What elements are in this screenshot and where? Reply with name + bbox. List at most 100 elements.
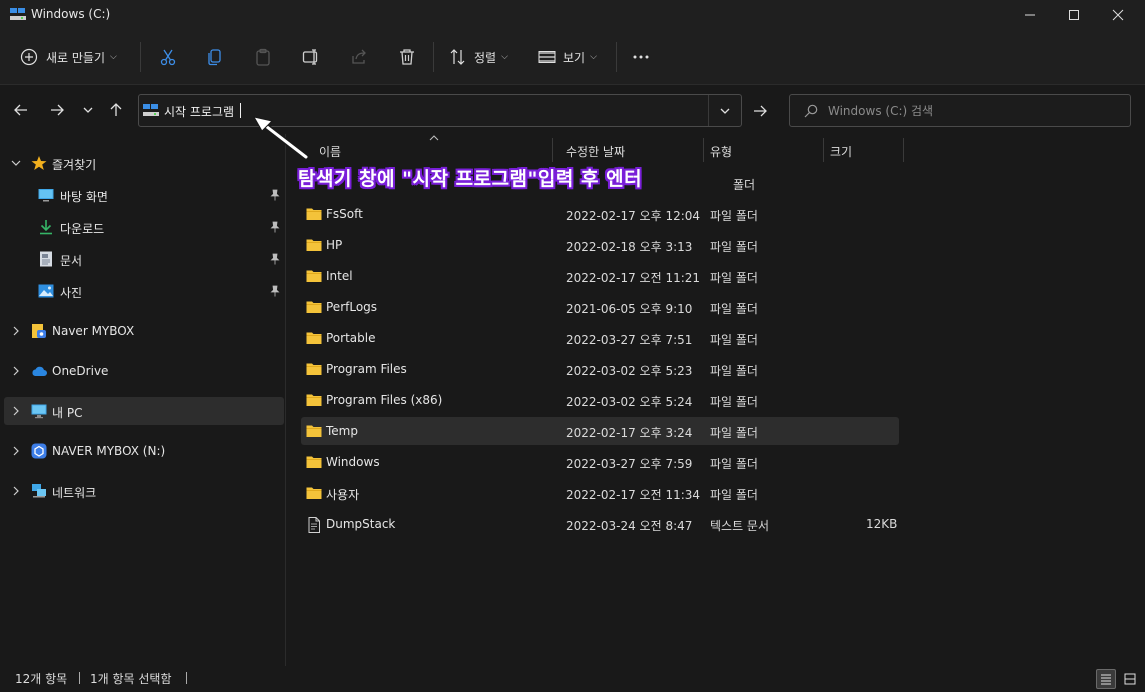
more-options-button[interactable] [632,44,650,70]
trash-icon [400,49,414,65]
file-name: Program Files [326,362,407,376]
column-header-name[interactable]: 이름 [304,134,551,166]
details-view-button[interactable] [1096,669,1116,689]
sidebar-item-network[interactable]: 네트워크 [4,477,284,505]
column-divider[interactable] [903,138,904,162]
pin-icon[interactable] [269,285,281,297]
table-row[interactable]: Program Files 2022-03-02 오후 5:23 파일 폴더 [301,355,899,383]
sidebar-item-quick-access[interactable]: 즐겨찾기 [4,149,284,177]
file-type: 파일 폴더 [710,302,758,316]
table-row[interactable]: Intel 2022-02-17 오전 11:21 파일 폴더 [301,262,899,290]
address-input-text: 시작 프로그램 [164,105,235,119]
folder-icon [306,456,322,468]
chevron-right-icon[interactable] [11,486,21,496]
pin-icon[interactable] [269,189,281,201]
minimize-button[interactable] [1007,0,1053,30]
delete-button[interactable] [398,44,416,70]
pin-icon[interactable] [269,221,281,233]
arrow-right-icon [51,104,64,116]
sidebar-item-onedrive[interactable]: OneDrive [4,357,284,385]
chevron-right-icon[interactable] [11,406,21,416]
computer-icon [31,404,47,419]
maximize-button[interactable] [1051,0,1097,30]
close-button[interactable] [1095,0,1141,30]
new-button[interactable]: 새로 만들기 ⌵ [20,44,117,70]
sidebar-item-documents[interactable]: 문서 [4,245,284,273]
network-icon [32,484,46,498]
navigation-pane: 즐겨찾기 바탕 화면 다운로드 문서 사진 Naver MYBOX OneDri… [0,134,286,666]
share-button[interactable] [350,44,368,70]
back-button[interactable] [9,98,33,122]
table-row[interactable]: 사용자 2022-02-17 오전 11:34 파일 폴더 [301,479,899,507]
column-header-type[interactable]: 유형 [704,134,824,166]
rename-button[interactable] [302,44,320,70]
table-row[interactable]: PerfLogs 2021-06-05 오후 9:10 파일 폴더 [301,293,899,321]
navigation-bar: 시작 프로그램 [0,86,1145,134]
table-row[interactable]: Portable 2022-03-27 오후 7:51 파일 폴더 [301,324,899,352]
file-name: Intel [326,269,353,283]
table-row[interactable]: DumpStack 2022-03-24 오전 8:47 텍스트 문서 12KB [301,510,899,538]
sidebar-item-desktop[interactable]: 바탕 화면 [4,181,284,209]
up-button[interactable] [104,98,128,122]
desktop-icon [38,189,54,202]
file-name: Program Files (x86) [326,393,443,407]
table-row[interactable]: HP 2022-02-18 오후 3:13 파일 폴더 [301,231,899,259]
file-type: 파일 폴더 [710,364,758,378]
sidebar-item-naver-drive[interactable]: NAVER MYBOX (N:) [4,437,284,465]
sidebar-item-label: 사진 [60,286,83,300]
sidebar-item-label: 네트워크 [52,486,97,500]
search-input[interactable] [828,101,1118,121]
column-header-label: 이름 [319,145,342,159]
file-type: 텍스트 문서 [710,519,770,533]
chevron-down-icon: ⌵ [590,52,597,62]
sort-button[interactable]: 정렬 ⌵ [449,44,508,70]
arrow-up-icon [110,103,122,116]
sidebar-item-this-pc[interactable]: 내 PC [4,397,284,425]
folder-icon [306,394,322,406]
address-bar[interactable]: 시작 프로그램 [138,94,742,127]
folder-icon [306,270,322,282]
file-type: 파일 폴더 [710,209,758,223]
file-name: Temp [326,424,358,438]
table-row[interactable]: Program Files (x86) 2022-03-02 오후 5:24 파… [301,386,899,414]
rename-icon [302,49,318,65]
pin-icon[interactable] [269,253,281,265]
annotation-arrow-icon [253,116,309,160]
copy-button[interactable] [206,44,224,70]
file-date: 2021-06-05 오후 9:10 [566,302,693,316]
column-header-label: 수정한 날짜 [566,145,626,159]
recent-locations-button[interactable] [76,98,100,122]
column-header-size[interactable]: 크기 [824,134,902,166]
sidebar-item-naver-mybox[interactable]: Naver MYBOX [4,317,284,345]
file-name: Windows [326,455,380,469]
thumbnail-view-button[interactable] [1120,669,1140,689]
table-row[interactable]: Temp 2022-02-17 오후 3:24 파일 폴더 [301,417,899,445]
chevron-down-icon[interactable] [11,158,21,168]
table-row[interactable]: Windows 2022-03-27 오후 7:59 파일 폴더 [301,448,899,476]
paste-button[interactable] [254,44,272,70]
go-button[interactable] [746,94,774,127]
view-list-icon [538,51,556,63]
address-dropdown-button[interactable] [708,95,741,126]
file-name: FsSoft [326,207,363,221]
sidebar-item-label: 다운로드 [60,222,105,236]
search-box[interactable] [789,94,1131,127]
close-icon [1112,9,1124,21]
table-row[interactable]: FsSoft 2022-02-17 오후 12:04 파일 폴더 [301,200,899,228]
divider [186,672,187,684]
new-label: 새로 만들기 [46,50,106,65]
chevron-down-icon [720,108,730,114]
view-button[interactable]: 보기 ⌵ [538,44,597,70]
cut-button[interactable] [159,44,177,70]
copy-icon [208,49,221,66]
sidebar-item-downloads[interactable]: 다운로드 [4,213,284,241]
chevron-right-icon[interactable] [11,366,21,376]
item-count: 12개 항목 [15,672,68,686]
selection-count: 1개 항목 선택함 [90,672,172,686]
chevron-right-icon[interactable] [11,446,21,456]
file-type: 파일 폴더 [710,426,758,440]
column-header-date[interactable]: 수정한 날짜 [553,134,703,166]
chevron-right-icon[interactable] [11,326,21,336]
forward-button[interactable] [45,98,69,122]
sidebar-item-pictures[interactable]: 사진 [4,277,284,305]
